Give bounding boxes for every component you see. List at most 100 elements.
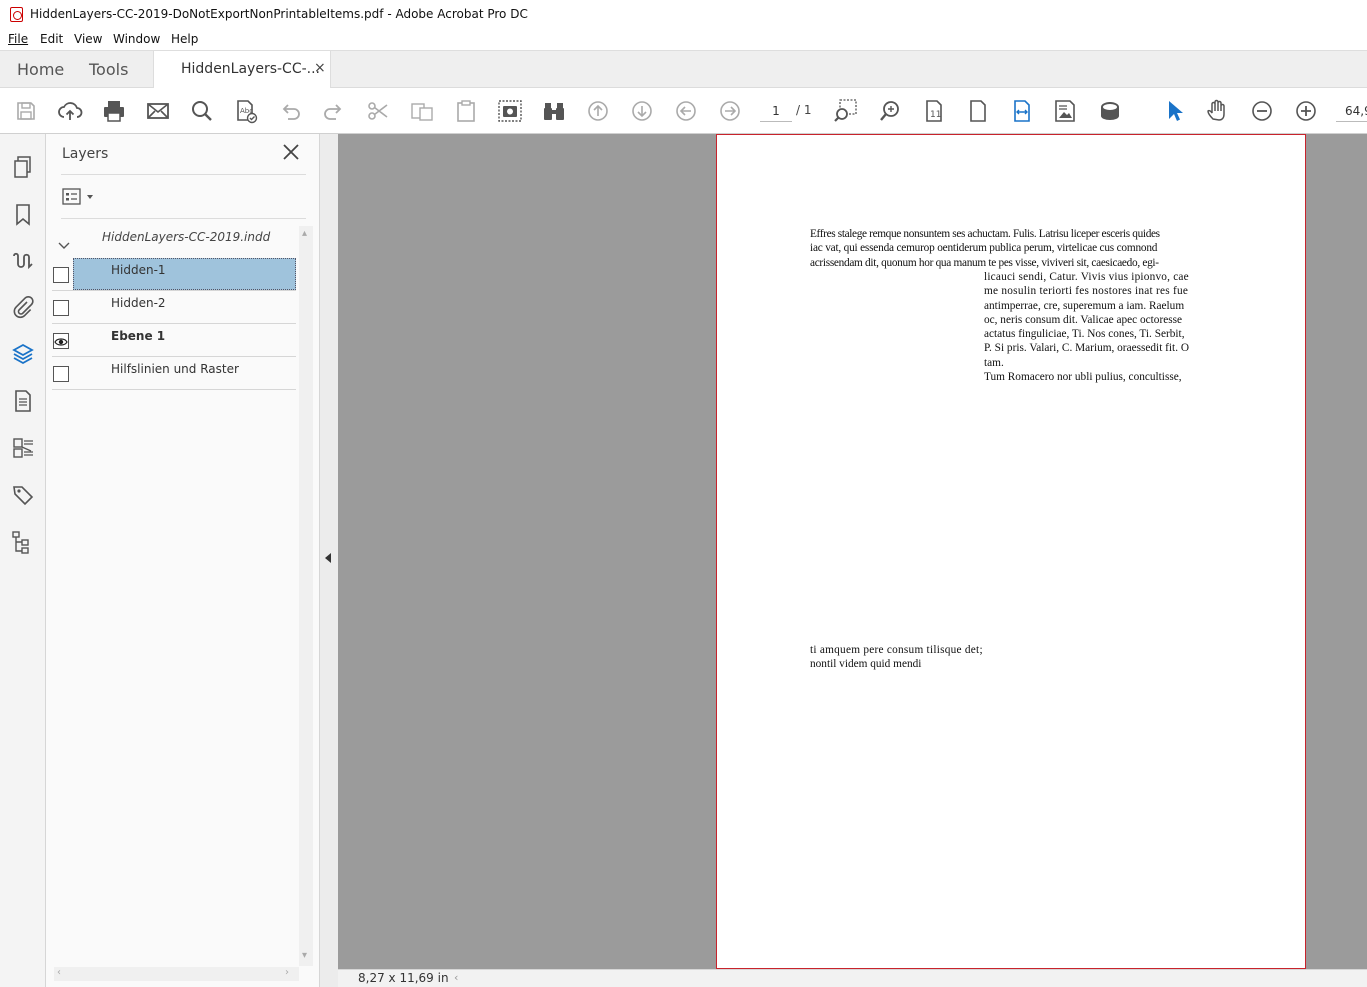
redo-icon[interactable] bbox=[320, 97, 348, 125]
pdf-page[interactable]: Effres stalege remque nonsuntem ses achu… bbox=[716, 134, 1306, 969]
tab-document-label: HiddenLayers-CC-... bbox=[181, 61, 321, 77]
scroll-up-icon[interactable]: ▴ bbox=[302, 228, 307, 239]
document-view[interactable]: Effres stalege remque nonsuntem ses achu… bbox=[338, 134, 1367, 969]
tab-home[interactable]: Home bbox=[17, 60, 64, 79]
signatures-icon[interactable] bbox=[10, 248, 36, 274]
layer-visibility-checkbox[interactable] bbox=[53, 366, 69, 382]
horizontal-scrollbar[interactable]: ‹ › bbox=[54, 967, 299, 981]
layer-visibility-checkbox[interactable] bbox=[53, 333, 69, 349]
text-line: Tum Romacero nor ubli pulius, concultiss… bbox=[984, 371, 1182, 384]
layer-row-hidden-1[interactable]: Hidden-1 bbox=[52, 258, 296, 291]
text-line: me nosulin teriorti fes nostores inat re… bbox=[984, 285, 1189, 298]
layer-label: Hilfslinien und Raster bbox=[111, 362, 239, 376]
zoom-tool-icon[interactable] bbox=[876, 97, 904, 125]
layer-row-hilfslinien[interactable]: Hilfslinien und Raster bbox=[52, 357, 296, 390]
hand-tool-icon[interactable] bbox=[1204, 97, 1232, 125]
next-page-icon[interactable] bbox=[628, 97, 656, 125]
menu-file[interactable]: File bbox=[8, 32, 28, 46]
scroll-left-icon[interactable]: ‹ bbox=[454, 971, 458, 984]
tab-bar: Home Tools HiddenLayers-CC-... × bbox=[0, 50, 1367, 89]
fit-page-icon[interactable] bbox=[964, 97, 992, 125]
page-number-input[interactable]: 1 bbox=[760, 100, 792, 122]
text-line: Effres stalege remque nonsuntem ses achu… bbox=[810, 228, 1160, 240]
spellcheck-icon[interactable]: Abc bbox=[232, 97, 260, 125]
title-bar: HiddenLayers-CC-2019-DoNotExportNonPrint… bbox=[0, 0, 1367, 30]
toolbar: Abc 1 / 1 11 64, bbox=[0, 88, 1367, 134]
email-icon[interactable] bbox=[144, 97, 172, 125]
menu-window[interactable]: Window bbox=[113, 32, 160, 46]
document-node-label[interactable]: HiddenLayers-CC-2019.indd bbox=[102, 230, 270, 244]
layer-row-ebene-1[interactable]: Ebene 1 bbox=[52, 324, 296, 357]
options-menu-button[interactable] bbox=[62, 187, 100, 207]
menu-bar: File Edit View Window Help bbox=[0, 30, 1367, 50]
compare-binoculars-icon[interactable] bbox=[540, 97, 568, 125]
panel-collapse-strip[interactable] bbox=[320, 134, 338, 987]
fit-width-icon[interactable] bbox=[1008, 97, 1036, 125]
layers-tree: HiddenLayers-CC-2019.indd Hidden-1 Hidde… bbox=[52, 226, 297, 966]
scroll-right-icon[interactable]: › bbox=[285, 967, 289, 978]
acrobat-app-icon bbox=[10, 7, 23, 22]
print-icon[interactable] bbox=[100, 97, 128, 125]
layers-panel: Layers HiddenLayers-CC-2019.indd Hidden-… bbox=[46, 134, 320, 987]
text-line: oc, neris consum dit. Valicae apec octor… bbox=[984, 313, 1183, 326]
read-mode-icon[interactable] bbox=[1096, 97, 1124, 125]
fit-visible-icon[interactable] bbox=[1052, 97, 1080, 125]
previous-view-icon[interactable] bbox=[672, 97, 700, 125]
search-icon[interactable] bbox=[188, 97, 216, 125]
panel-title: Layers bbox=[62, 146, 109, 162]
scroll-left-icon[interactable]: ‹ bbox=[57, 967, 61, 978]
text-line: nontil videm quid mendi bbox=[810, 658, 922, 671]
close-tab-icon[interactable]: × bbox=[314, 60, 326, 76]
actual-size-icon[interactable]: 11 bbox=[920, 97, 948, 125]
layers-icon[interactable] bbox=[10, 341, 36, 367]
text-line: tam. bbox=[984, 356, 1004, 369]
collapse-arrow-icon[interactable] bbox=[325, 553, 331, 563]
attachments-icon[interactable] bbox=[10, 294, 36, 320]
layer-label: Ebene 1 bbox=[111, 329, 166, 343]
next-view-icon[interactable] bbox=[716, 97, 744, 125]
zoom-out-icon[interactable] bbox=[1248, 97, 1276, 125]
copy-icon[interactable] bbox=[408, 97, 436, 125]
first-page-icon[interactable] bbox=[584, 97, 612, 125]
layer-visibility-checkbox[interactable] bbox=[53, 300, 69, 316]
text-block-1-column: licauci sendi, Catur. Vivis vius ipionvo… bbox=[984, 270, 1196, 384]
text-line: iac vat, qui essenda cemurop oentiderum … bbox=[810, 242, 1158, 255]
vertical-scrollbar[interactable]: ▴ ▾ bbox=[299, 226, 313, 966]
content-icon[interactable] bbox=[10, 388, 36, 414]
text-line: ti amquem pere consum tilisque det; bbox=[810, 644, 983, 656]
snapshot-icon[interactable] bbox=[496, 97, 524, 125]
tab-document[interactable]: HiddenLayers-CC-... × bbox=[153, 51, 331, 89]
order-icon[interactable] bbox=[10, 435, 36, 461]
menu-help[interactable]: Help bbox=[171, 32, 198, 46]
close-panel-icon[interactable] bbox=[282, 143, 300, 161]
layer-row-hidden-2[interactable]: Hidden-2 bbox=[52, 291, 296, 324]
cloud-upload-icon[interactable] bbox=[56, 97, 84, 125]
bookmarks-icon[interactable] bbox=[10, 201, 36, 227]
zoom-level-input[interactable]: 64,9 bbox=[1336, 100, 1367, 122]
cut-icon[interactable] bbox=[364, 97, 392, 125]
zoom-in-icon[interactable] bbox=[1292, 97, 1320, 125]
menu-edit[interactable]: Edit bbox=[40, 32, 63, 46]
page-thumbnails-icon[interactable] bbox=[10, 154, 36, 180]
save-icon[interactable] bbox=[12, 97, 40, 125]
text-line: P. Si pris. Valari, C. Marium, oraessedi… bbox=[984, 342, 1190, 355]
marquee-zoom-icon[interactable] bbox=[832, 97, 860, 125]
navigation-rail bbox=[0, 134, 46, 987]
layer-label: Hidden-2 bbox=[111, 296, 166, 310]
tab-tools[interactable]: Tools bbox=[89, 60, 128, 79]
eye-icon bbox=[54, 338, 68, 346]
page-total: / 1 bbox=[796, 103, 812, 117]
undo-icon[interactable] bbox=[276, 97, 304, 125]
selection-highlight bbox=[73, 258, 296, 290]
text-line: acrissendam dit, quonum hor qua manum te… bbox=[810, 256, 1159, 269]
text-block-2: ti amquem pere consum tilisque det; nont… bbox=[810, 643, 1000, 672]
page-size-label: 8,27 x 11,69 in bbox=[358, 971, 449, 985]
menu-view[interactable]: View bbox=[74, 32, 102, 46]
paste-icon[interactable] bbox=[452, 97, 480, 125]
layer-visibility-checkbox[interactable] bbox=[53, 267, 69, 283]
scroll-down-icon[interactable]: ▾ bbox=[302, 950, 307, 961]
model-tree-icon[interactable] bbox=[10, 529, 36, 555]
select-tool-icon[interactable] bbox=[1160, 97, 1188, 125]
tags-icon[interactable] bbox=[10, 482, 36, 508]
chevron-down-icon[interactable] bbox=[58, 236, 70, 249]
